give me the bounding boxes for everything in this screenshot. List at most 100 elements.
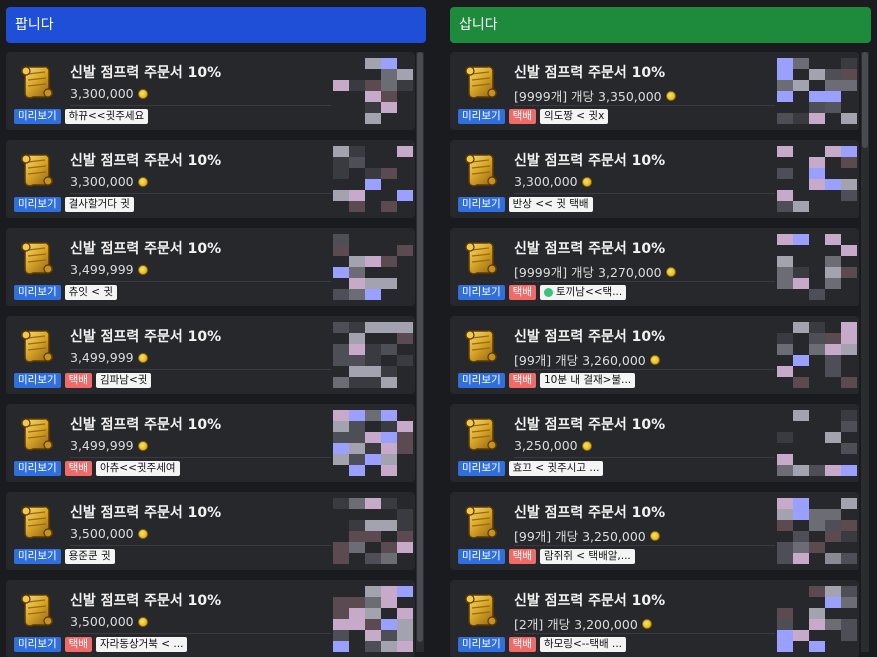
item-title: 신발 점프력 주문서 10% xyxy=(514,329,666,345)
blurred-avatar xyxy=(777,586,857,652)
item-title: 신발 점프력 주문서 10% xyxy=(514,593,666,609)
delivery-badge: 택배 xyxy=(508,285,536,300)
seller-name-tag[interactable]: 토끼남<<택... xyxy=(539,285,627,300)
seller-name-tag[interactable]: 10분 내 결재>불... xyxy=(539,373,636,388)
seller-name-tag[interactable]: 아츄<<귓주세여 xyxy=(95,461,180,476)
seller-name: 결사할거다 귓 xyxy=(68,198,130,210)
scroll-icon xyxy=(15,412,59,456)
divider xyxy=(70,369,331,370)
listing-card[interactable]: 신발 점프력 주문서 10% 3,500,000 미리보기 택배 자라동상거북 < ..… xyxy=(6,580,415,657)
delivery-badge: 택배 xyxy=(508,637,536,652)
price-row: 3,499,999 xyxy=(70,262,148,277)
delivery-badge: 택배 xyxy=(508,373,536,388)
meso-coin-icon xyxy=(581,440,592,451)
listing-card[interactable]: 신발 점프력 주문서 10% 3,300,000 미리보기 반상 << 귓 택배 xyxy=(450,140,859,218)
price-row: [99개] 개당 3,260,000 xyxy=(514,350,660,369)
preview-button[interactable]: 미리보기 xyxy=(14,197,61,212)
divider xyxy=(70,545,331,546)
preview-button[interactable]: 미리보기 xyxy=(458,549,505,564)
listing-card[interactable]: 신발 점프력 주문서 10% [9999개] 개당 3,270,000 미리보기 택배… xyxy=(450,228,859,306)
divider xyxy=(70,193,331,194)
seller-name-tag[interactable]: 츄잇 < 귓 xyxy=(64,285,118,300)
seller-name-tag[interactable]: 의도짱 < 귓x xyxy=(539,109,609,124)
item-title: 신발 점프력 주문서 10% xyxy=(70,241,222,257)
blurred-avatar xyxy=(333,498,413,564)
buy-scrollbar[interactable] xyxy=(861,52,869,652)
seller-name-tag[interactable]: 김파남<귓 xyxy=(95,373,152,388)
seller-name-tag[interactable]: 효끄 < 귓주시고 ... xyxy=(508,461,604,476)
preview-button[interactable]: 미리보기 xyxy=(14,373,61,388)
blurred-avatar xyxy=(333,234,413,300)
price-row: 3,300,000 xyxy=(70,86,148,101)
price-row: 3,250,000 xyxy=(514,438,592,453)
seller-name-tag[interactable]: 자라동상거북 < ... xyxy=(95,637,188,652)
preview-button[interactable]: 미리보기 xyxy=(14,109,61,124)
tag-row: 미리보기 택배 람쥐쥐 < 택배알,... xyxy=(458,549,635,564)
listing-card[interactable]: 신발 점프력 주문서 10% 3,250,000 미리보기 효끄 < 귓주시고 ... xyxy=(450,404,859,482)
blurred-avatar xyxy=(777,58,857,124)
blurred-avatar xyxy=(333,322,413,388)
scroll-icon xyxy=(15,588,59,632)
scroll-icon xyxy=(459,60,503,104)
listing-card[interactable]: 신발 점프력 주문서 10% 3,499,999 미리보기 택배 김파남<귓 xyxy=(6,316,415,394)
item-title: 신발 점프력 주문서 10% xyxy=(70,593,222,609)
seller-name-tag[interactable]: 반상 << 귓 택배 xyxy=(508,197,593,212)
listing-card[interactable]: 신발 점프력 주문서 10% 3,500,000 미리보기 용준쿤 귓 xyxy=(6,492,415,570)
preview-button[interactable]: 미리보기 xyxy=(458,637,505,652)
listing-card[interactable]: 신발 점프력 주문서 10% 3,499,999 미리보기 택배 아츄<<귓주세여 xyxy=(6,404,415,482)
delivery-badge: 택배 xyxy=(508,109,536,124)
sell-scrollbar[interactable] xyxy=(416,52,424,652)
divider xyxy=(514,545,775,546)
preview-button[interactable]: 미리보기 xyxy=(458,197,505,212)
preview-button[interactable]: 미리보기 xyxy=(14,461,61,476)
listing-card[interactable]: 신발 점프력 주문서 10% 3,499,999 미리보기 츄잇 < 귓 xyxy=(6,228,415,306)
tag-row: 미리보기 택배 10분 내 결재>불... xyxy=(458,373,636,388)
meso-coin-icon xyxy=(137,352,148,363)
seller-name: 츄잇 < 귓 xyxy=(68,286,114,298)
listing-card[interactable]: 신발 점프력 주문서 10% [99개] 개당 3,250,000 미리보기 택배 람쥐… xyxy=(450,492,859,570)
divider xyxy=(70,281,331,282)
listing-card[interactable]: 신발 점프력 주문서 10% 3,300,000 미리보기 결사할거다 귓 xyxy=(6,140,415,218)
preview-button[interactable]: 미리보기 xyxy=(14,285,61,300)
meso-coin-icon xyxy=(137,176,148,187)
price-value: [2개] 개당 3,200,000 xyxy=(514,617,638,632)
item-title: 신발 점프력 주문서 10% xyxy=(70,505,222,521)
meso-coin-icon xyxy=(649,530,660,541)
preview-button[interactable]: 미리보기 xyxy=(14,637,61,652)
seller-name: 하뀨<<귓주세요 xyxy=(68,110,145,122)
scroll-icon xyxy=(459,588,503,632)
listing-card[interactable]: 신발 점프력 주문서 10% [9999개] 개당 3,350,000 미리보기 택배… xyxy=(450,52,859,130)
seller-name-tag[interactable]: 하모링<--택배 ... xyxy=(539,637,626,652)
price-row: 3,499,999 xyxy=(70,438,148,453)
listing-card[interactable]: 신발 점프력 주문서 10% [99개] 개당 3,260,000 미리보기 택배 10… xyxy=(450,316,859,394)
seller-name-tag[interactable]: 결사할거다 귓 xyxy=(64,197,134,212)
price-value: 3,499,999 xyxy=(70,438,134,453)
tag-row: 미리보기 택배 자라동상거북 < ... xyxy=(14,637,188,652)
scroll-icon xyxy=(459,324,503,368)
preview-button[interactable]: 미리보기 xyxy=(458,373,505,388)
preview-button[interactable]: 미리보기 xyxy=(458,109,505,124)
divider xyxy=(514,281,775,282)
scroll-icon xyxy=(15,324,59,368)
item-title: 신발 점프력 주문서 10% xyxy=(514,153,666,169)
buy-scrollbar-thumb[interactable] xyxy=(862,52,868,148)
delivery-badge: 택배 xyxy=(64,461,92,476)
buy-header: 삽니다 xyxy=(450,7,871,43)
listing-card[interactable]: 신발 점프력 주문서 10% [2개] 개당 3,200,000 미리보기 택배 하모링… xyxy=(450,580,859,657)
seller-name-tag[interactable]: 람쥐쥐 < 택배알,... xyxy=(539,549,635,564)
sell-list[interactable]: 신발 점프력 주문서 10% 3,300,000 미리보기 하뀨<<귓주세요신발 점프… xyxy=(6,52,415,657)
preview-button[interactable]: 미리보기 xyxy=(458,285,505,300)
buy-list[interactable]: 신발 점프력 주문서 10% [9999개] 개당 3,350,000 미리보기 택배… xyxy=(450,52,859,657)
seller-name-tag[interactable]: 하뀨<<귓주세요 xyxy=(64,109,149,124)
seller-name: 자라동상거북 < ... xyxy=(99,638,184,650)
seller-name: 효끄 < 귓주시고 ... xyxy=(512,462,600,474)
meso-coin-icon xyxy=(137,264,148,275)
sell-column: 팝니다 신발 점프력 주문서 10% 3,300,000 미리보기 하뀨<<귓주세요 신… xyxy=(0,0,437,657)
price-row: [9999개] 개당 3,350,000 xyxy=(514,86,676,105)
listing-card[interactable]: 신발 점프력 주문서 10% 3,300,000 미리보기 하뀨<<귓주세요 xyxy=(6,52,415,130)
item-title: 신발 점프력 주문서 10% xyxy=(70,329,222,345)
seller-name-tag[interactable]: 용준쿤 귓 xyxy=(64,549,115,564)
preview-button[interactable]: 미리보기 xyxy=(458,461,505,476)
preview-button[interactable]: 미리보기 xyxy=(14,549,61,564)
sell-scrollbar-thumb[interactable] xyxy=(417,52,423,642)
